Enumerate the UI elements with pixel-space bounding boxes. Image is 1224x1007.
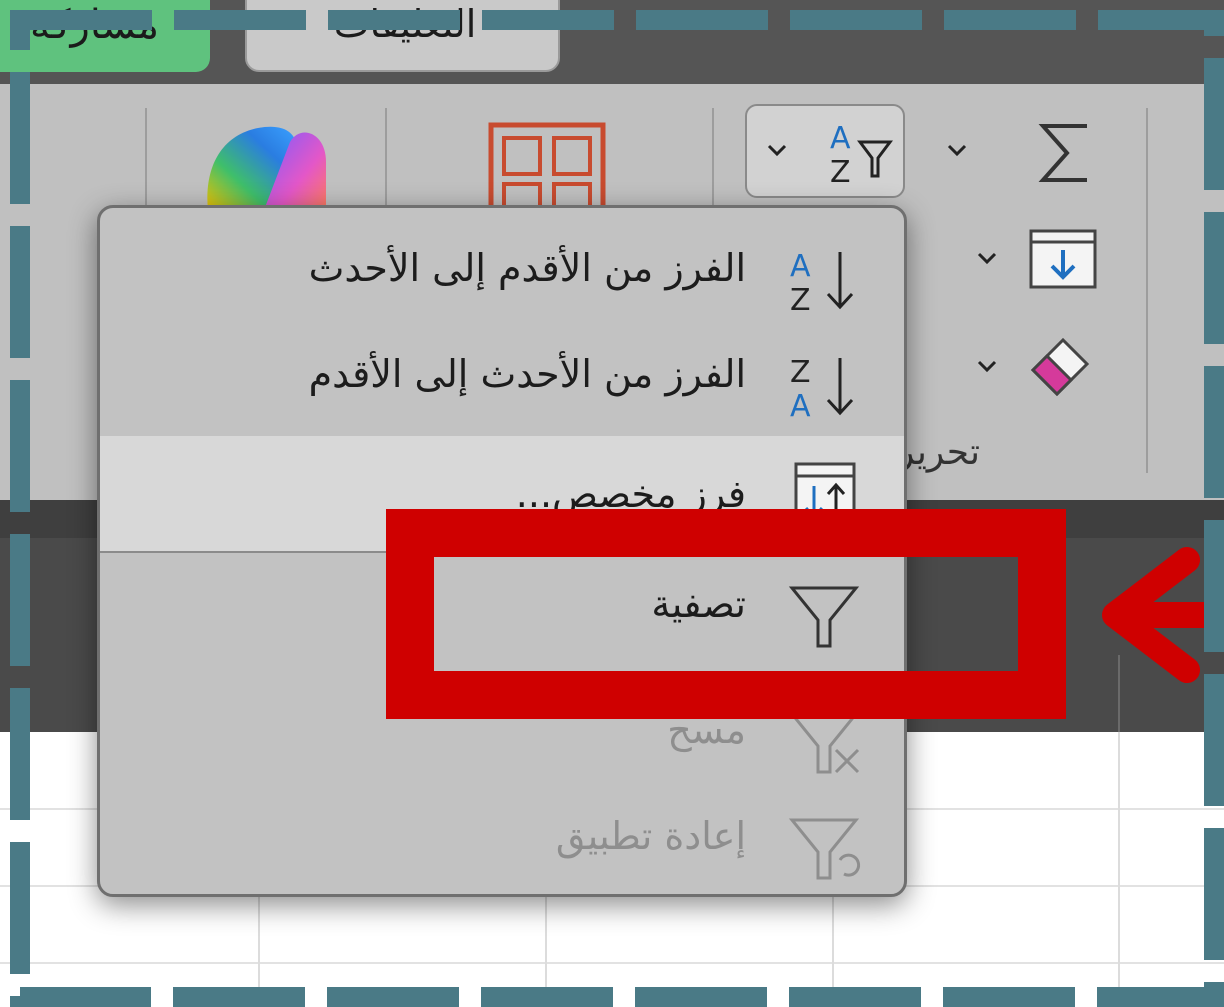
sigma-icon[interactable]: [1035, 120, 1095, 186]
menu-item-sort-descending[interactable]: Z A الفرز من الأحدث إلى الأقدم: [100, 330, 904, 434]
grid-row-line: [0, 962, 1224, 964]
fill-down-icon[interactable]: [1028, 228, 1098, 290]
chevron-down-icon[interactable]: [975, 356, 999, 376]
svg-text:A: A: [790, 249, 811, 284]
chevron-down-icon[interactable]: [975, 248, 999, 268]
svg-text:Z: Z: [830, 155, 851, 188]
menu-item-label: الفرز من الأحدث إلى الأقدم: [308, 352, 746, 396]
svg-text:A: A: [790, 389, 811, 420]
ribbon-divider: [1146, 108, 1148, 473]
svg-text:A: A: [830, 121, 851, 156]
svg-text:Z: Z: [790, 355, 811, 390]
sort-filter-icon: A Z: [830, 121, 893, 188]
grid-col-line: [1118, 732, 1120, 1007]
sort-ascending-icon: A Z: [790, 249, 854, 314]
chevron-down-icon[interactable]: [765, 140, 789, 160]
menu-item-sort-ascending[interactable]: A Z الفرز من الأقدم إلى الأحدث: [100, 224, 904, 328]
menu-item-label: الفرز من الأقدم إلى الأحدث: [308, 246, 746, 290]
copilot-logo[interactable]: [200, 122, 330, 212]
chevron-down-icon[interactable]: [945, 140, 969, 160]
menu-item-label: إعادة تطبيق: [555, 814, 746, 858]
chevron-down-icon[interactable]: [1213, 140, 1224, 160]
comments-button-label: التعليقات: [333, 2, 477, 46]
grid-layout-icon[interactable]: [488, 122, 606, 212]
sort-descending-icon: Z A: [790, 355, 854, 420]
reapply-filter-icon: [788, 818, 861, 880]
ribbon-divider: [712, 108, 714, 218]
ribbon-divider: [145, 108, 147, 218]
red-arrow-icon: [1102, 547, 1224, 683]
highlight-box: [386, 509, 1066, 719]
menu-item-reapply[interactable]: إعادة تطبيق: [100, 792, 904, 894]
eraser-icon[interactable]: [1025, 330, 1095, 400]
svg-text:Z: Z: [790, 283, 811, 314]
share-button-label: مشاركة: [30, 2, 160, 48]
